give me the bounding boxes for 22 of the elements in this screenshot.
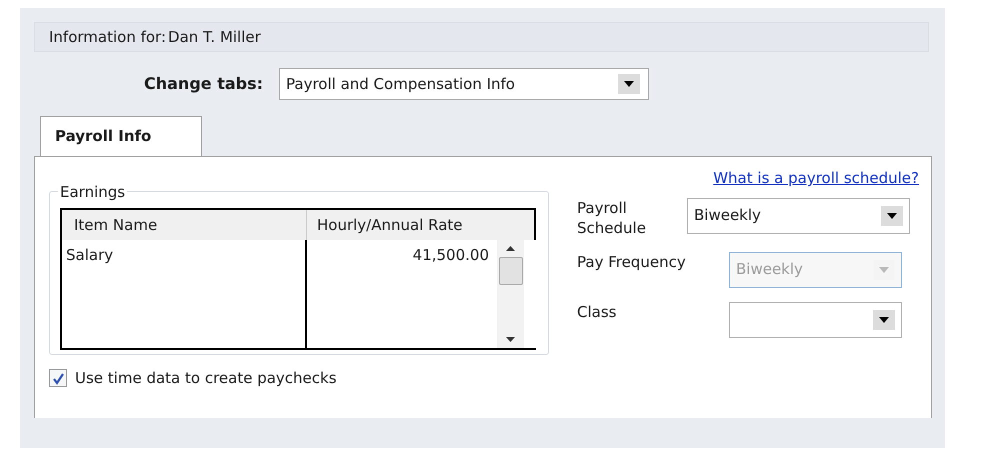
scroll-up-icon[interactable] xyxy=(506,246,515,251)
info-label: Information for: xyxy=(49,26,166,48)
employee-name: Dan T. Miller xyxy=(168,26,261,48)
scrollbar[interactable] xyxy=(497,240,524,348)
caret-icon xyxy=(618,74,640,94)
checkbox-label: Use time data to create paychecks xyxy=(75,368,337,389)
field-label: Payroll Schedule xyxy=(577,198,647,238)
column-header[interactable]: Item Name xyxy=(62,210,307,240)
dropdown[interactable]: Biweekly xyxy=(687,198,910,234)
table-cell-text: Salary xyxy=(66,245,114,266)
scroll-thumb[interactable] xyxy=(498,257,522,285)
tab[interactable]: Payroll Info xyxy=(40,116,202,156)
table-cell-text: 41,500.00 xyxy=(412,245,489,266)
change-tabs-label: Change tabs: xyxy=(144,73,264,95)
field-label: Pay Frequency xyxy=(577,252,687,272)
change-tabs-dropdown[interactable]: Payroll and Compensation Info xyxy=(279,68,650,100)
caret-icon xyxy=(881,206,903,226)
scroll-down-icon[interactable] xyxy=(506,337,515,342)
caret-icon xyxy=(873,310,895,330)
checkbox[interactable] xyxy=(49,369,67,388)
help-link[interactable]: What is a payroll schedule? xyxy=(713,167,919,190)
field-label: Class xyxy=(577,302,618,322)
